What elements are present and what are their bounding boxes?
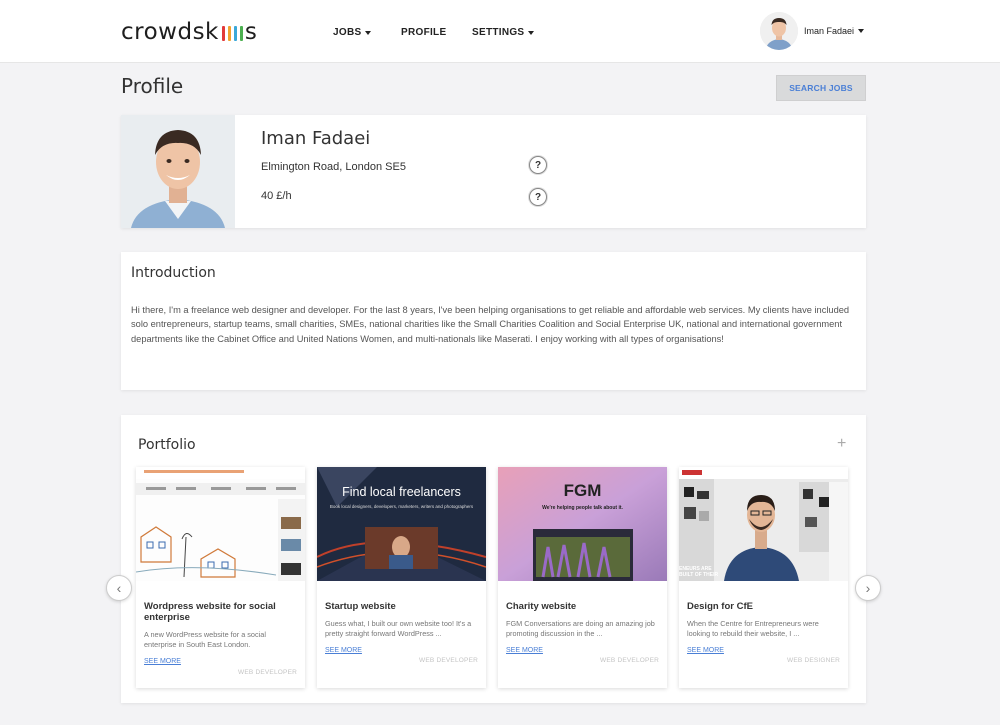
- logo-text: crowdsk: [121, 19, 219, 45]
- caret-down-icon: [858, 29, 865, 33]
- thumbnail-overlay-text: ENEURS ARE BUILT OF THEIR: [679, 566, 719, 578]
- profile-photo: [121, 115, 235, 228]
- portfolio-item-desc: FGM Conversations are doing an amazing j…: [506, 619, 655, 638]
- portfolio-item-title: Design for CfE: [687, 601, 753, 612]
- profile-address: Elmington Road, London SE5: [261, 161, 406, 173]
- caret-down-icon: [528, 30, 535, 35]
- see-more-link[interactable]: SEE MORE: [325, 647, 362, 654]
- introduction-card: Introduction Hi there, I'm a freelance w…: [121, 252, 866, 390]
- portfolio-card: Portfolio + Wordpress website for social…: [121, 415, 866, 703]
- logo-bar: [233, 25, 237, 41]
- top-navbar: crowdsk s JOBS PROFILE SETTINGS Iman Fad…: [0, 0, 1000, 63]
- see-more-link[interactable]: SEE MORE: [687, 647, 724, 654]
- user-avatar[interactable]: [760, 12, 798, 50]
- portfolio-item[interactable]: Find local freelancers Book local design…: [317, 467, 486, 688]
- rate-help-icon[interactable]: ?: [529, 188, 547, 206]
- search-jobs-button[interactable]: SEARCH JOBS: [776, 75, 866, 101]
- portfolio-item-desc: Guess what, I built our own website too!…: [325, 619, 472, 638]
- portfolio-title: Portfolio: [138, 437, 196, 453]
- nav-settings-label: SETTINGS: [472, 27, 525, 38]
- introduction-text: Hi there, I'm a freelance web designer a…: [131, 305, 850, 344]
- profile-rate: 40 £/h: [261, 190, 292, 202]
- nav-jobs-label: JOBS: [333, 27, 362, 38]
- portfolio-thumbnail: Find local freelancers Book local design…: [317, 467, 486, 581]
- logo-bars: [221, 24, 243, 41]
- page-title: Profile: [121, 74, 184, 98]
- logo-bar: [221, 25, 225, 41]
- portfolio-item-tag: WEB DEVELOPER: [238, 669, 297, 676]
- profile-card: Iman Fadaei Elmington Road, London SE5 4…: [121, 115, 866, 228]
- thumbnail-subheading: Book local designers, developers, market…: [329, 504, 474, 509]
- introduction-title: Introduction: [131, 265, 216, 281]
- portfolio-thumbnail: [136, 467, 305, 581]
- thumbnail-heading: Find local freelancers: [342, 485, 461, 499]
- portfolio-item-title: Startup website: [325, 601, 396, 612]
- thumbnail-heading: FGM: [563, 481, 602, 500]
- portfolio-thumbnail: FGM We're helping people talk about it.: [498, 467, 667, 581]
- see-more-link[interactable]: SEE MORE: [506, 647, 543, 654]
- portfolio-item-title: Charity website: [506, 601, 577, 612]
- portfolio-item-tag: WEB DEVELOPER: [600, 657, 659, 664]
- portfolio-item-desc: When the Centre for Entrepreneurs were l…: [687, 619, 819, 638]
- logo-bar: [239, 25, 243, 41]
- nav-profile-label: PROFILE: [401, 27, 447, 38]
- portfolio-thumbnail: ENEURS ARE BUILT OF THEIR: [679, 467, 848, 581]
- carousel-prev-icon[interactable]: ‹: [106, 575, 132, 601]
- logo-bar: [227, 25, 231, 41]
- crowdskills-logo[interactable]: crowdsk s: [121, 17, 257, 47]
- thumbnail-subheading: We're helping people talk about it.: [542, 505, 623, 511]
- nav-jobs[interactable]: JOBS: [333, 27, 372, 38]
- nav-settings[interactable]: SETTINGS: [472, 27, 535, 38]
- profile-name: Iman Fadaei: [261, 128, 371, 149]
- portfolio-item-desc: A new WordPress website for a social ent…: [144, 630, 266, 649]
- logo-text-suffix: s: [244, 19, 258, 45]
- portfolio-item-title: Wordpress website for social enterprise: [144, 601, 276, 623]
- user-menu[interactable]: Iman Fadaei: [804, 26, 865, 36]
- portfolio-item-tag: WEB DESIGNER: [787, 657, 840, 664]
- see-more-link[interactable]: SEE MORE: [144, 658, 181, 665]
- user-name-label: Iman Fadaei: [804, 26, 855, 36]
- carousel-next-icon[interactable]: ›: [855, 575, 881, 601]
- add-portfolio-icon[interactable]: +: [837, 435, 846, 453]
- portfolio-item-tag: WEB DEVELOPER: [419, 657, 478, 664]
- portfolio-item[interactable]: Wordpress website for social enterprise …: [136, 467, 305, 688]
- portfolio-item[interactable]: ENEURS ARE BUILT OF THEIR Design for CfE…: [679, 467, 848, 688]
- portfolio-item[interactable]: FGM We're helping people talk about it. …: [498, 467, 667, 688]
- nav-profile[interactable]: PROFILE: [401, 27, 446, 38]
- address-help-icon[interactable]: ?: [529, 156, 547, 174]
- caret-down-icon: [365, 30, 372, 35]
